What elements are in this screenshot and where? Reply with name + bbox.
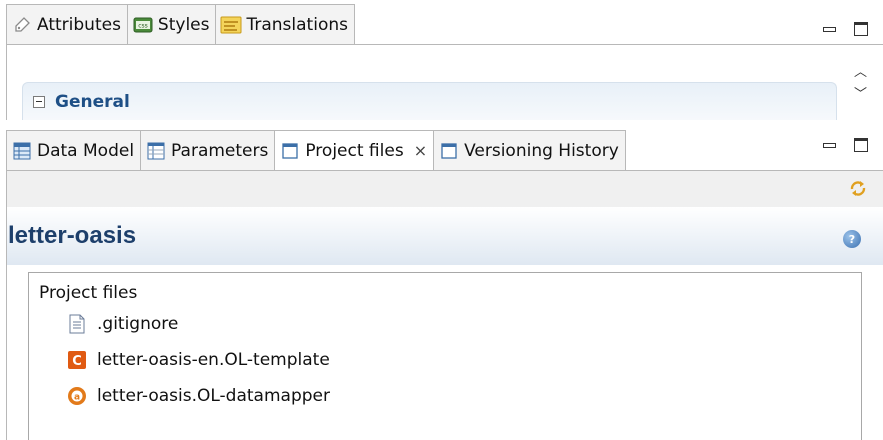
refresh-icon[interactable] [847, 177, 869, 199]
section-title: Project files [39, 283, 138, 303]
parameters-icon [145, 140, 167, 162]
tab-label: Styles [157, 14, 210, 35]
properties-panel: Attributes css Styles Translations ︿ ﹀ G… [0, 0, 883, 120]
maximize-icon[interactable] [854, 22, 868, 36]
tab-label: Attributes [37, 14, 121, 35]
svg-text:a: a [74, 393, 80, 403]
scrollbar[interactable]: ︿ ﹀ [854, 66, 867, 102]
tab-attributes[interactable]: Attributes [6, 4, 128, 44]
project-tab-bar: Data Model Parameters Project files × Ve… [6, 128, 626, 170]
divider [6, 44, 883, 45]
list-item[interactable]: a letter-oasis.OL-datamapper [67, 383, 330, 409]
tab-parameters[interactable]: Parameters [140, 130, 276, 170]
scroll-up-icon[interactable]: ︿ [854, 66, 867, 80]
project-files-icon [279, 140, 301, 162]
tab-styles[interactable]: css Styles [126, 4, 217, 44]
attribute-tag-icon [11, 14, 33, 36]
project-header: letter-oasis ? [7, 207, 883, 265]
file-name: letter-oasis.OL-datamapper [97, 386, 330, 406]
toolbar [7, 171, 883, 207]
data-model-icon [11, 140, 33, 162]
window-controls [822, 22, 868, 36]
project-files-section: Project files .gitignore C letter-oasis-… [28, 272, 862, 440]
list-item[interactable]: C letter-oasis-en.OL-template [67, 347, 330, 373]
versioning-history-icon [438, 140, 460, 162]
file-name: .gitignore [97, 314, 179, 334]
tab-label: Translations [246, 14, 348, 35]
general-section-header[interactable]: General [22, 82, 837, 120]
template-file-icon: C [67, 350, 87, 370]
minimize-icon[interactable] [822, 22, 836, 36]
collapse-icon[interactable] [33, 95, 45, 108]
close-icon[interactable]: × [414, 141, 427, 160]
window-controls [822, 138, 868, 152]
datamapper-file-icon: a [67, 386, 87, 406]
list-item[interactable]: .gitignore [67, 311, 178, 337]
minimize-icon[interactable] [822, 138, 836, 152]
tab-versioning-history[interactable]: Versioning History [433, 130, 626, 170]
css-styles-icon: css [132, 14, 154, 36]
maximize-icon[interactable] [854, 138, 868, 152]
translations-icon [220, 14, 242, 36]
svg-text:css: css [138, 22, 148, 29]
text-file-icon [67, 314, 87, 334]
tab-data-model[interactable]: Data Model [6, 130, 142, 170]
scroll-down-icon[interactable]: ﹀ [854, 88, 867, 102]
tab-label: Parameters [171, 140, 269, 161]
properties-tab-bar: Attributes css Styles Translations [6, 0, 355, 44]
divider [6, 44, 7, 120]
tab-project-files[interactable]: Project files × [274, 130, 435, 170]
project-panel: Data Model Parameters Project files × Ve… [0, 124, 883, 440]
tab-label: Versioning History [464, 140, 619, 161]
tab-translations[interactable]: Translations [215, 4, 355, 44]
page-title: letter-oasis [8, 222, 137, 249]
tab-label: Project files [305, 140, 404, 161]
section-title: General [55, 91, 130, 112]
help-icon[interactable]: ? [843, 230, 861, 248]
tab-label: Data Model [37, 140, 135, 161]
svg-text:C: C [72, 354, 82, 369]
file-name: letter-oasis-en.OL-template [97, 350, 330, 370]
